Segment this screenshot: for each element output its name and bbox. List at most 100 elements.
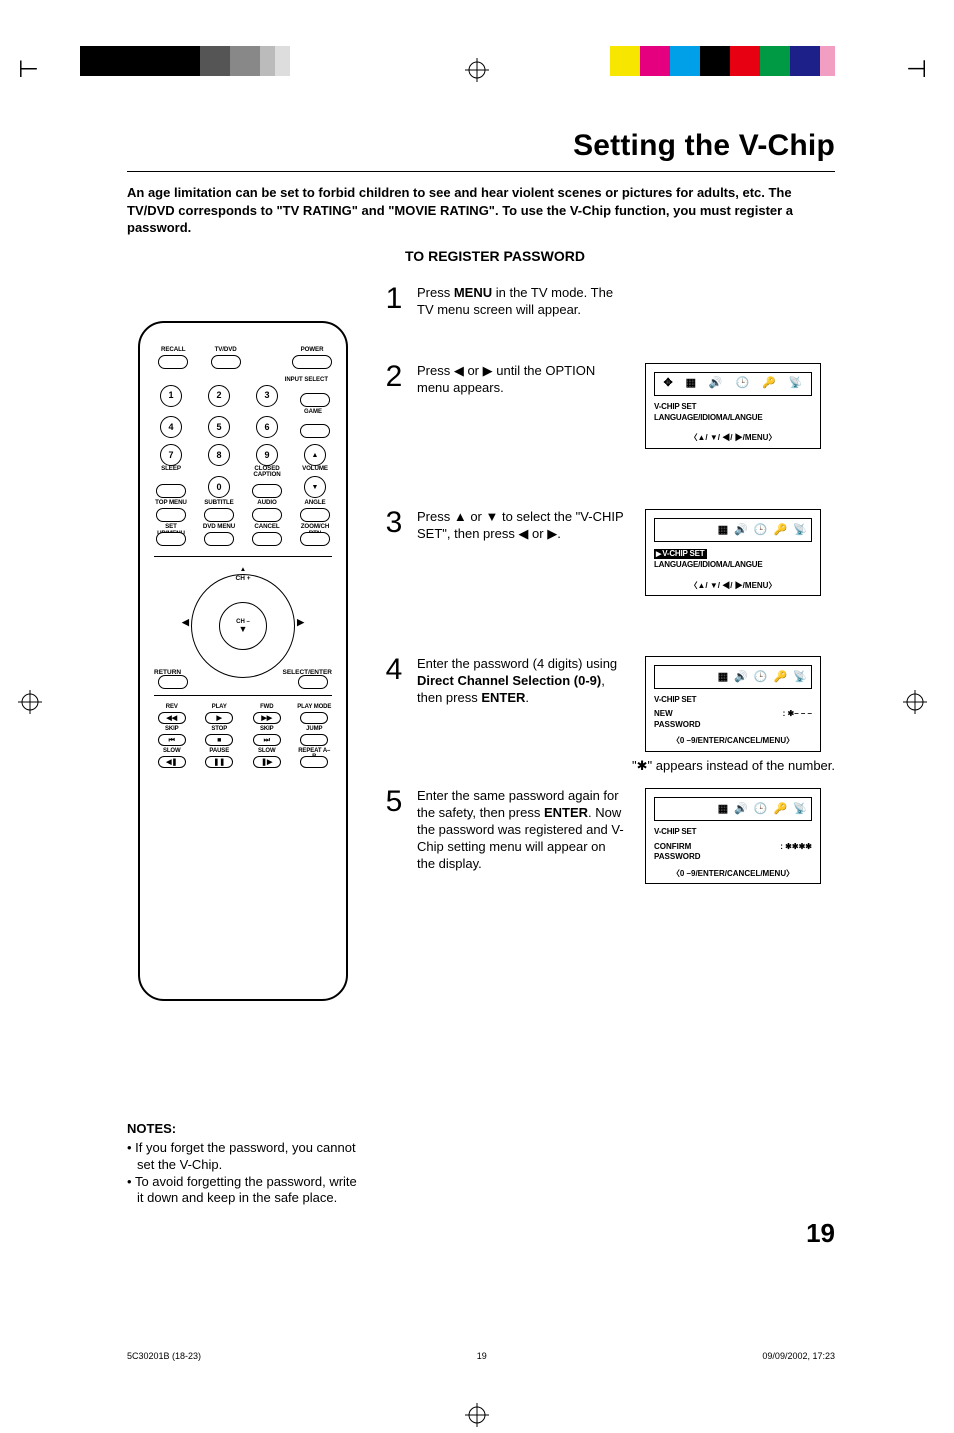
label-fwd: FWD — [260, 704, 273, 712]
color-bar-left — [80, 46, 290, 76]
field-label: NEW PASSWORD — [654, 709, 701, 730]
field-label: CONFIRM PASSWORD — [654, 842, 701, 863]
button-zoom[interactable] — [300, 532, 330, 546]
button-playmode[interactable] — [300, 712, 328, 724]
button-vol-up[interactable]: ▲ — [304, 444, 326, 466]
button-recall[interactable] — [158, 355, 188, 369]
button-cc[interactable] — [252, 484, 282, 498]
remote-diagram: RECALL TV/DVD POWER INPUT SELECT 1 2 3 G… — [138, 321, 348, 1001]
button-subtitle[interactable] — [204, 508, 234, 522]
step-2-text: Press ◀ or ▶ until the OPTION menu appea… — [417, 363, 627, 397]
digit-7[interactable]: 7 — [160, 444, 182, 466]
step-4-caption: "✱" appears instead of the number. — [417, 758, 835, 775]
button-jump[interactable] — [300, 734, 328, 746]
button-fwd[interactable]: ▶▶ — [253, 712, 281, 724]
digit-6[interactable]: 6 — [256, 416, 278, 438]
button-vol-down[interactable]: ▼ — [304, 476, 326, 498]
button-select-enter[interactable] — [298, 675, 328, 689]
button-sleep[interactable] — [156, 484, 186, 498]
digit-3[interactable]: 3 — [256, 385, 278, 407]
screen-title: V-CHIP SET — [654, 827, 812, 837]
label-tvdvd: TV/DVD — [215, 347, 237, 355]
clock-icon: 🕒 — [754, 802, 768, 816]
button-play[interactable]: ▶ — [205, 712, 233, 724]
picture-icon: ▦ — [718, 523, 728, 537]
crosshair-bottom — [0, 1403, 954, 1433]
menu-hint: 〈▲/ ▼/ ◀/ ▶/MENU〉 — [654, 433, 812, 443]
button-skip-prev[interactable]: ⏮ — [158, 734, 186, 746]
step-2: 2 Press ◀ or ▶ until the OPTION menu app… — [383, 363, 835, 449]
note-item-2: To avoid forgetting the password, write … — [127, 1174, 359, 1208]
button-slow-rev[interactable]: ◀❚ — [158, 756, 186, 768]
label-zoom: ZOOM/CH RTN — [298, 524, 332, 532]
screen-new-password: ▦ 🔊 🕒 🔑 📡 V-CHIP SET NEW PASSWORD : ✱– –… — [645, 656, 821, 752]
digit-0[interactable]: 0 — [208, 476, 230, 498]
step-number: 5 — [383, 788, 405, 815]
button-cancel[interactable] — [252, 532, 282, 546]
button-audio[interactable] — [252, 508, 282, 522]
label-cancel: CANCEL — [254, 524, 279, 532]
button-skip-next[interactable]: ⏭ — [253, 734, 281, 746]
crop-marks-top: ⊢ ⊣ — [0, 40, 954, 100]
sound-icon: 🔊 — [709, 376, 723, 390]
clock-icon: 🕒 — [754, 523, 768, 537]
button-repeat[interactable] — [300, 756, 328, 768]
label-audio: AUDIO — [257, 500, 276, 508]
crosshair-right — [903, 690, 927, 714]
dpad-center[interactable]: CH – ▼ — [219, 602, 267, 650]
label-ch-plus: CH + — [236, 575, 251, 582]
digit-1[interactable]: 1 — [160, 385, 182, 407]
button-stop[interactable]: ■ — [205, 734, 233, 746]
field-value: : ✱✱✱✱ — [780, 842, 812, 863]
page-number: 19 — [127, 1217, 835, 1251]
label-stop: STOP — [211, 726, 227, 734]
button-game[interactable] — [300, 424, 330, 438]
step-number: 4 — [383, 656, 405, 683]
step-3-text: Press ▲ or ▼ to select the "V-CHIP SET",… — [417, 509, 627, 543]
label-slow-fwd: SLOW — [258, 748, 276, 756]
digit-9[interactable]: 9 — [256, 444, 278, 466]
digit-2[interactable]: 2 — [208, 385, 230, 407]
label-jump: JUMP — [306, 726, 322, 734]
button-setup[interactable] — [156, 532, 186, 546]
label-input-select: INPUT SELECT — [154, 377, 328, 385]
key-icon: 🔑 — [774, 802, 788, 816]
label-volume: VOLUME — [302, 466, 328, 474]
button-return[interactable] — [158, 675, 188, 689]
button-rev[interactable]: ◀◀ — [158, 712, 186, 724]
label-subtitle: SUBTITLE — [204, 500, 233, 508]
button-slow-fwd[interactable]: ❚▶ — [253, 756, 281, 768]
button-tvdvd[interactable] — [211, 355, 241, 369]
sound-icon: 🔊 — [734, 523, 748, 537]
button-power[interactable] — [292, 355, 332, 369]
screen-title: V-CHIP SET — [654, 695, 812, 705]
digit-4[interactable]: 4 — [160, 416, 182, 438]
footer-right: 09/09/2002, 17:23 — [762, 1351, 835, 1363]
menu-line-vchip: V-CHIP SET — [654, 402, 812, 412]
button-dvdmenu[interactable] — [204, 532, 234, 546]
menu-line-language: LANGUAGE/IDIOMA/LANGUE — [654, 413, 812, 423]
menu-icon-row: ✥ ▦ 🔊 🕒 🔑 📡 — [654, 372, 812, 396]
digit-5[interactable]: 5 — [208, 416, 230, 438]
button-angle[interactable] — [300, 508, 330, 522]
digit-8[interactable]: 8 — [208, 444, 230, 466]
button-pause[interactable]: ❚❚ — [205, 756, 233, 768]
footer: 5C30201B (18-23) 19 09/09/2002, 17:23 — [0, 1351, 954, 1403]
label-recall: RECALL — [161, 347, 186, 355]
page-title: Setting the V-Chip — [127, 126, 835, 165]
label-topmenu: TOP MENU — [155, 500, 187, 508]
dpad: CH – ▼ ▲CH + ◀ ▶ RETURN SELECT/ENTER — [154, 563, 332, 689]
button-input-select[interactable] — [300, 393, 330, 407]
label-power: POWER — [301, 347, 324, 355]
crosshair-top — [465, 58, 489, 82]
picture-icon: ▦ — [686, 376, 696, 390]
label-play: PLAY — [212, 704, 227, 712]
label-setup: SET UP/MENU — [154, 524, 188, 532]
antenna-icon: 📡 — [793, 523, 807, 537]
menu-icon-row: ▦ 🔊 🕒 🔑 📡 — [654, 518, 812, 542]
menu-icon-row: ▦ 🔊 🕒 🔑 📡 — [654, 797, 812, 821]
button-topmenu[interactable] — [156, 508, 186, 522]
intro-paragraph: An age limitation can be set to forbid c… — [127, 184, 835, 237]
menu-hint: 〈▲/ ▼/ ◀/ ▶/MENU〉 — [654, 581, 812, 591]
move-icon: ✥ — [663, 376, 672, 390]
